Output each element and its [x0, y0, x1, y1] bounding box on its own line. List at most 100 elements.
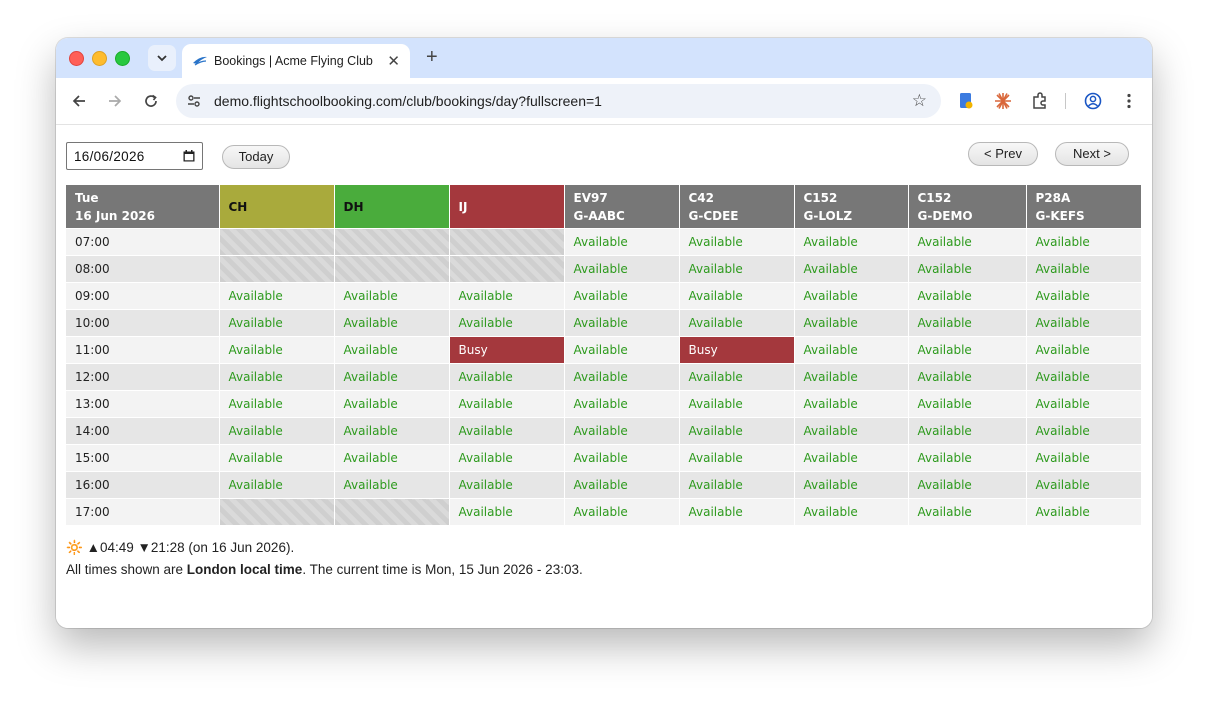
available-slot[interactable]: Available: [449, 417, 565, 445]
available-slot[interactable]: Available: [794, 363, 909, 391]
available-slot[interactable]: Available: [679, 309, 795, 337]
column-header[interactable]: C152 G-DEMO: [908, 185, 1027, 229]
available-slot[interactable]: Available: [908, 390, 1027, 418]
available-slot[interactable]: Available: [679, 390, 795, 418]
available-slot[interactable]: Available: [908, 471, 1027, 499]
available-slot[interactable]: Available: [449, 444, 565, 472]
column-header[interactable]: P28A G-KEFS: [1026, 185, 1142, 229]
close-window-button[interactable]: [69, 51, 84, 66]
available-slot[interactable]: Available: [334, 336, 450, 364]
available-slot[interactable]: Available: [219, 336, 335, 364]
available-slot[interactable]: Available: [794, 471, 909, 499]
available-slot[interactable]: Available: [219, 309, 335, 337]
available-slot[interactable]: Available: [1026, 336, 1142, 364]
available-slot[interactable]: Available: [679, 228, 795, 256]
available-slot[interactable]: Available: [908, 498, 1027, 525]
available-slot[interactable]: Available: [449, 390, 565, 418]
available-slot[interactable]: Available: [564, 282, 680, 310]
available-slot[interactable]: Available: [679, 444, 795, 472]
available-slot[interactable]: Available: [564, 363, 680, 391]
available-slot[interactable]: Available: [908, 444, 1027, 472]
maximize-window-button[interactable]: [115, 51, 130, 66]
star-icon[interactable]: ☆: [912, 91, 927, 111]
available-slot[interactable]: Available: [564, 390, 680, 418]
available-slot[interactable]: Available: [794, 282, 909, 310]
more-icon[interactable]: [1119, 91, 1139, 111]
available-slot[interactable]: Available: [564, 336, 680, 364]
today-button[interactable]: Today: [222, 145, 290, 169]
available-slot[interactable]: Available: [564, 444, 680, 472]
available-slot[interactable]: Available: [449, 309, 565, 337]
available-slot[interactable]: Available: [1026, 390, 1142, 418]
available-slot[interactable]: Available: [564, 255, 680, 283]
minimize-window-button[interactable]: [92, 51, 107, 66]
available-slot[interactable]: Available: [564, 471, 680, 499]
available-slot[interactable]: Available: [219, 471, 335, 499]
date-input[interactable]: 16/06/2026: [66, 142, 203, 170]
column-header[interactable]: IJ: [449, 185, 565, 229]
extension-sunburst-icon[interactable]: [993, 91, 1013, 111]
available-slot[interactable]: Available: [908, 282, 1027, 310]
available-slot[interactable]: Available: [334, 363, 450, 391]
available-slot[interactable]: Available: [794, 444, 909, 472]
available-slot[interactable]: Available: [908, 336, 1027, 364]
available-slot[interactable]: Available: [908, 417, 1027, 445]
tab-search-icon[interactable]: [148, 45, 176, 71]
available-slot[interactable]: Available: [219, 363, 335, 391]
available-slot[interactable]: Available: [794, 255, 909, 283]
available-slot[interactable]: Available: [908, 363, 1027, 391]
available-slot[interactable]: Available: [219, 444, 335, 472]
available-slot[interactable]: Available: [908, 309, 1027, 337]
available-slot[interactable]: Available: [564, 309, 680, 337]
available-slot[interactable]: Available: [679, 282, 795, 310]
available-slot[interactable]: Available: [1026, 255, 1142, 283]
available-slot[interactable]: Available: [679, 363, 795, 391]
available-slot[interactable]: Available: [334, 390, 450, 418]
close-icon[interactable]: ✕: [387, 52, 400, 70]
prev-button[interactable]: < Prev: [968, 142, 1038, 166]
available-slot[interactable]: Available: [1026, 228, 1142, 256]
available-slot[interactable]: Available: [679, 417, 795, 445]
available-slot[interactable]: Available: [564, 498, 680, 525]
available-slot[interactable]: Available: [219, 282, 335, 310]
calendar-icon[interactable]: [183, 150, 195, 165]
column-header[interactable]: CH: [219, 185, 335, 229]
active-tab[interactable]: Bookings | Acme Flying Club ✕: [182, 44, 410, 78]
column-header[interactable]: EV97 G-AABC: [564, 185, 680, 229]
available-slot[interactable]: Available: [449, 471, 565, 499]
address-bar[interactable]: demo.flightschoolbooking.com/club/bookin…: [176, 84, 941, 118]
busy-slot[interactable]: Busy: [679, 336, 795, 364]
available-slot[interactable]: Available: [334, 309, 450, 337]
available-slot[interactable]: Available: [334, 282, 450, 310]
available-slot[interactable]: Available: [1026, 471, 1142, 499]
column-header[interactable]: DH: [334, 185, 450, 229]
available-slot[interactable]: Available: [564, 417, 680, 445]
available-slot[interactable]: Available: [1026, 363, 1142, 391]
forward-icon[interactable]: [105, 91, 125, 111]
available-slot[interactable]: Available: [564, 228, 680, 256]
available-slot[interactable]: Available: [449, 498, 565, 525]
column-header[interactable]: C152 G-LOLZ: [794, 185, 909, 229]
profile-icon[interactable]: [1083, 91, 1103, 111]
available-slot[interactable]: Available: [679, 255, 795, 283]
available-slot[interactable]: Available: [1026, 309, 1142, 337]
available-slot[interactable]: Available: [1026, 282, 1142, 310]
available-slot[interactable]: Available: [334, 444, 450, 472]
extension-doc-icon[interactable]: [956, 91, 976, 111]
available-slot[interactable]: Available: [794, 390, 909, 418]
available-slot[interactable]: Available: [794, 417, 909, 445]
available-slot[interactable]: Available: [794, 309, 909, 337]
new-tab-icon[interactable]: +: [426, 46, 438, 69]
available-slot[interactable]: Available: [679, 471, 795, 499]
available-slot[interactable]: Available: [449, 282, 565, 310]
available-slot[interactable]: Available: [679, 498, 795, 525]
site-settings-icon[interactable]: [186, 93, 202, 114]
available-slot[interactable]: Available: [1026, 498, 1142, 525]
available-slot[interactable]: Available: [1026, 417, 1142, 445]
available-slot[interactable]: Available: [334, 471, 450, 499]
reload-icon[interactable]: [141, 91, 161, 111]
busy-slot[interactable]: Busy: [449, 336, 565, 364]
available-slot[interactable]: Available: [219, 390, 335, 418]
available-slot[interactable]: Available: [449, 363, 565, 391]
column-header[interactable]: C42 G-CDEE: [679, 185, 795, 229]
